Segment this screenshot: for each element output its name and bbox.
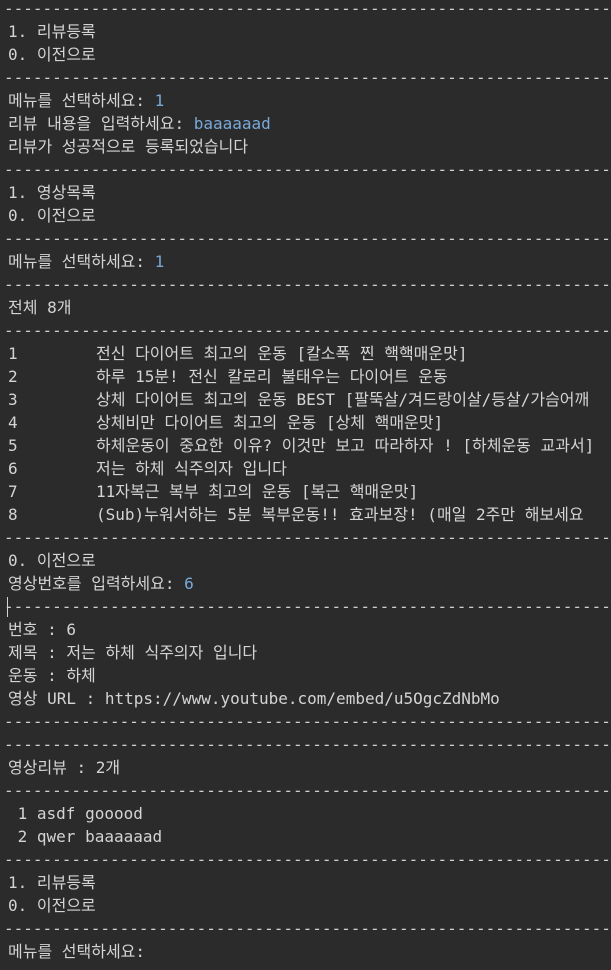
- separator: ----------------------------------------…: [4, 321, 611, 340]
- video-list-row: 4 상체비만 다이어트 최고의 운동 [상체 핵매운맛]: [8, 411, 443, 434]
- video-title: 하체운동이 중요한 이유? 이것만 보고 따라하자 ! [하체운동 교과서]: [96, 436, 595, 455]
- separator: ----------------------------------------…: [4, 919, 611, 938]
- video-title: 저는 하체 식주의자 입니다: [96, 459, 287, 478]
- user-input: 1: [154, 252, 165, 271]
- video-title: (Sub)누워서하는 5분 복부운동!! 효과보장! (매일 2주만 해보세요: [96, 505, 584, 524]
- video-list-row: 7 11자복근 복부 최고의 운동 [복근 핵매운맛]: [8, 480, 418, 503]
- video-number: 4: [8, 413, 18, 432]
- video-number: 3: [8, 390, 18, 409]
- video-title: 11자복근 복부 최고의 운동 [복근 핵매운맛]: [96, 482, 419, 501]
- detail-url: 영상 URL : https://www.youtube.com/embed/u…: [8, 689, 500, 708]
- menu-item-video-list: 1. 영상목록: [8, 183, 96, 202]
- separator: ----------------------------------------…: [4, 735, 611, 754]
- review-count: 영상리뷰 : 2개: [8, 758, 121, 777]
- menu-item-register-review: 1. 리뷰등록: [8, 873, 96, 892]
- review-prompt: 리뷰 내용을 입력하세요: baaaaaad: [8, 112, 271, 135]
- video-number: 6: [8, 459, 18, 478]
- user-input: 6: [184, 574, 194, 593]
- detail-title: 제목 : 저는 하체 식주의자 입니다: [8, 643, 258, 662]
- separator: ----------------------------------------…: [4, 160, 611, 179]
- video-title: 상체 다이어트 최고의 운동 BEST [팔뚝살/겨드랑이살/등살/가슴어깨: [96, 390, 590, 409]
- menu-prompt: 메뉴를 선택하세요: 1: [8, 89, 164, 112]
- separator: ----------------------------------------…: [4, 68, 611, 87]
- separator: ----------------------------------------…: [4, 712, 611, 731]
- menu-prompt: 메뉴를 선택하세요:: [8, 942, 146, 961]
- video-list-row: 1 전신 다이어트 최고의 운동 [칼소폭 찐 핵핵매운맛]: [8, 342, 467, 365]
- separator: ----------------------------------------…: [4, 229, 611, 248]
- separator: ----------------------------------------…: [4, 275, 611, 294]
- video-title: 전신 다이어트 최고의 운동 [칼소폭 찐 핵핵매운맛]: [96, 344, 468, 363]
- detail-number: 번호 : 6: [8, 620, 76, 639]
- menu-item-register-review: 1. 리뷰등록: [8, 22, 96, 41]
- menu-prompt: 메뉴를 선택하세요: 1: [8, 250, 164, 273]
- separator: ----------------------------------------…: [4, 850, 611, 869]
- video-title: 상체비만 다이어트 최고의 운동 [상체 핵매운맛]: [96, 413, 444, 432]
- video-list-row: 3 상체 다이어트 최고의 운동 BEST [팔뚝살/겨드랑이살/등살/가슴어깨: [8, 388, 589, 411]
- detail-exercise: 운동 : 하체: [8, 666, 96, 685]
- video-title: 하루 15분! 전신 칼로리 불태우는 다이어트 운동: [96, 367, 448, 386]
- user-input: baaaaaad: [193, 114, 271, 133]
- menu-item-back: 0. 이전으로: [8, 896, 96, 915]
- menu-item-back: 0. 이전으로: [8, 45, 96, 64]
- menu-item-back: 0. 이전으로: [8, 551, 96, 570]
- separator: ----------------------------------------…: [4, 781, 611, 800]
- prompt-text: 메뉴를 선택하세요:: [8, 252, 155, 271]
- total-count: 전체 8개: [8, 298, 72, 317]
- video-list-row: 8 (Sub)누워서하는 5분 복부운동!! 효과보장! (매일 2주만 해보세요: [8, 503, 584, 526]
- console-output[interactable]: ----------------------------------------…: [0, 0, 611, 970]
- user-input: 1: [154, 91, 165, 110]
- separator: ----------------------------------------…: [4, 528, 611, 547]
- video-list-row: 6 저는 하체 식주의자 입니다: [8, 457, 287, 480]
- video-number: 8: [8, 505, 18, 524]
- video-number: 1: [8, 344, 18, 363]
- video-number-prompt: 영상번호를 입력하세요: 6: [8, 572, 194, 595]
- prompt-text: 영상번호를 입력하세요:: [8, 574, 185, 593]
- video-list-row: 5 하체운동이 중요한 이유? 이것만 보고 따라하자 ! [하체운동 교과서]: [8, 434, 594, 457]
- review-item: 2 qwer baaaaaad: [8, 827, 163, 846]
- review-item: 1 asdf gooood: [8, 804, 143, 823]
- video-number: 7: [8, 482, 18, 501]
- video-list-row: 2 하루 15분! 전신 칼로리 불태우는 다이어트 운동: [8, 365, 448, 388]
- prompt-text: 메뉴를 선택하세요:: [8, 91, 155, 110]
- separator: ----------------------------------------…: [4, 597, 611, 616]
- review-success-message: 리뷰가 성공적으로 등록되었습니다: [8, 137, 249, 156]
- prompt-text: 리뷰 내용을 입력하세요:: [8, 114, 194, 133]
- video-number: 2: [8, 367, 18, 386]
- separator: ----------------------------------------…: [4, 0, 611, 18]
- menu-item-back: 0. 이전으로: [8, 206, 96, 225]
- video-number: 5: [8, 436, 18, 455]
